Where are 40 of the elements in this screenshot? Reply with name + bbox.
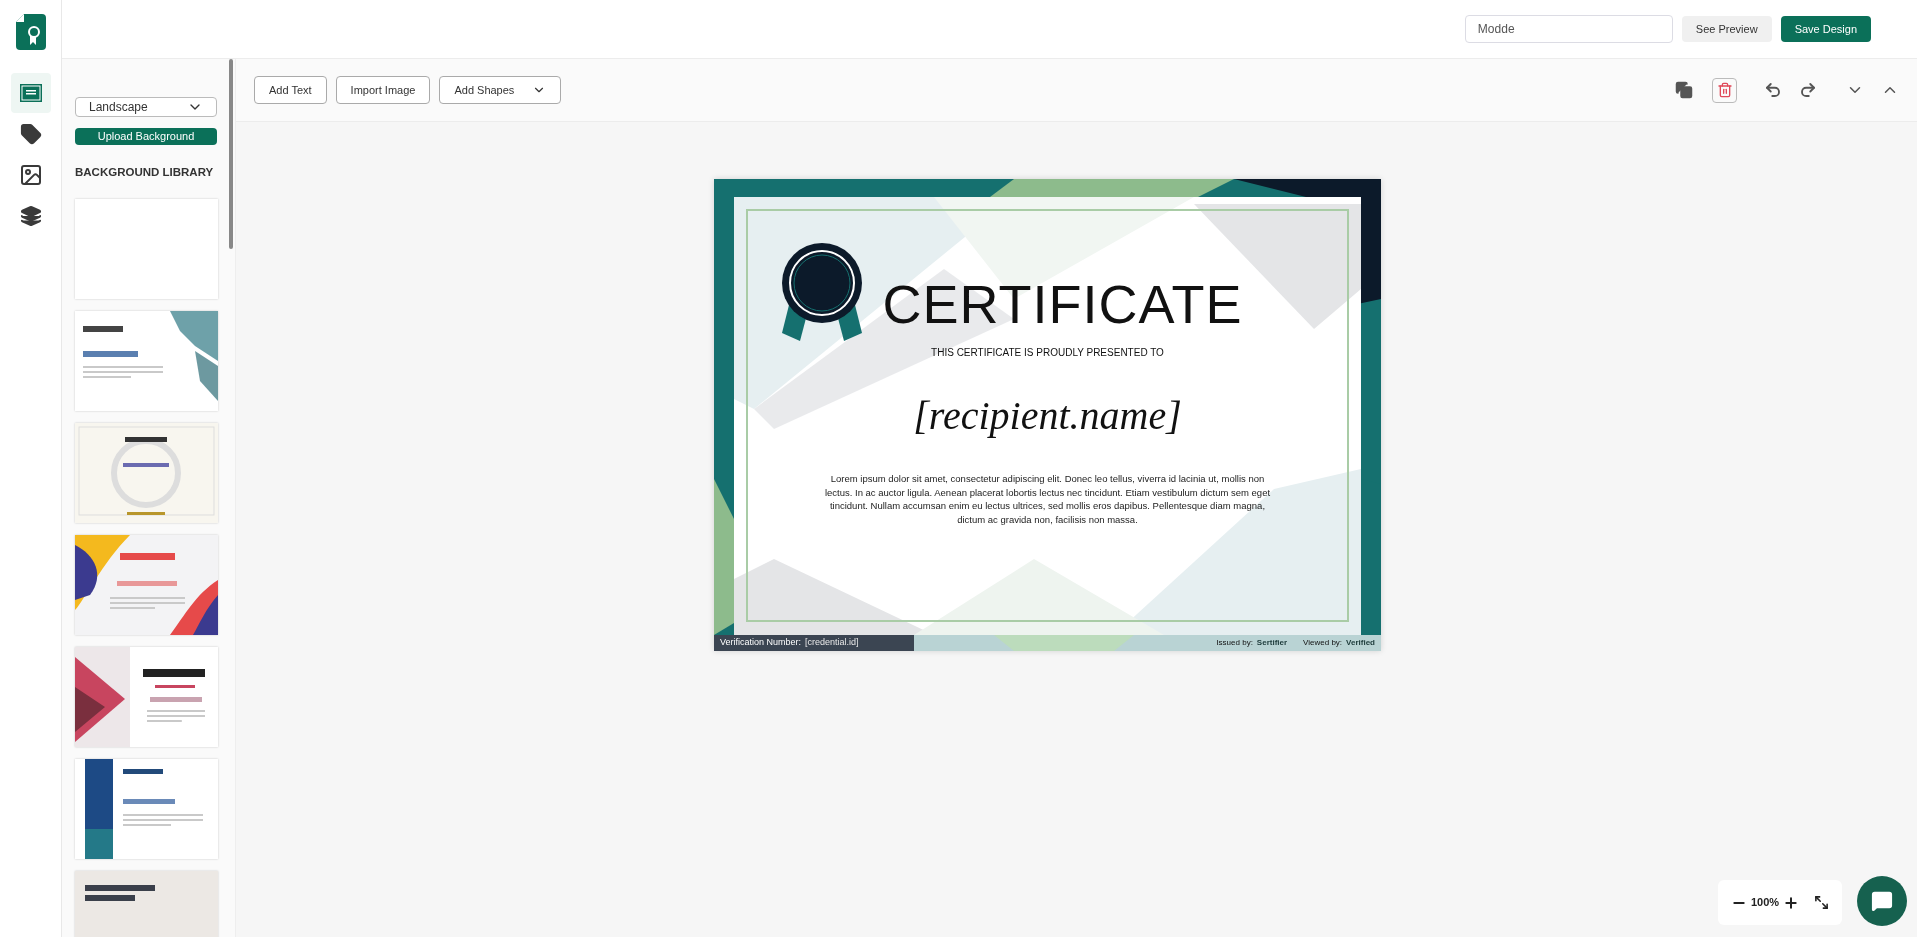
undo-icon[interactable] [1764,81,1782,99]
tag-icon [19,123,42,145]
chat-button[interactable] [1857,876,1907,926]
certificate-thumbnail[interactable] [75,422,218,523]
credential-id: [credential.id] [805,635,859,649]
delete-button[interactable] [1712,77,1737,103]
issued-by-label: Issued by: [1216,636,1253,649]
preview-button[interactable]: See Preview [1681,16,1772,42]
layers-icon [19,205,42,227]
add-shapes-dropdown[interactable]: Add Shapes [439,76,562,104]
zoom-reading: 100% [1751,895,1780,911]
issuer-logo: Sertifier [1256,636,1288,649]
image-icon [18,163,43,187]
verification-label: Verification Number: [720,635,802,649]
certificate-body: Lorem ipsum dolor sit amet, consectetur adipiscing elit. Donec leo tellus, viverra id lacinia ut, mollis non lectus. In ac auctor ligula. Aenean placerat lobortis lectus nec tincidunt. Etiam vestibulum dictum sem eget tincidunt. Nullam accumsan enim eu lectus ultrices, sed mollis eros dapibus. Pellentesque diam magna, dictum ac gravida non, facilisis non massa. [823,472,1272,526]
certificate-title: CERTIFICATE [882,277,1243,331]
viewer-logo: Verified [1346,636,1375,649]
save-button[interactable]: Save Design [1780,16,1871,42]
certificate-subtitle: THIS CERTIFICATE IS PROUDLY PRESENTED TO [931,346,1164,360]
viewed-by-label: Viewed by: [1303,636,1343,649]
trash-icon [1716,82,1733,98]
certificate-thumbnail[interactable] [75,646,218,747]
certificate-thumbnail[interactable] [75,310,218,411]
recipient-name: [recipient.name] [913,392,1182,440]
sidebar-tab[interactable] [10,73,51,113]
redo-icon[interactable] [1799,81,1817,99]
scrollbar-thumb[interactable] [229,59,233,249]
app-logo[interactable] [15,14,46,50]
certificate-thumbnail[interactable] [75,758,218,859]
fullscreen-icon[interactable] [1814,895,1829,910]
chat-icon [1871,890,1893,912]
toolbar-button[interactable]: Add Text [254,76,327,104]
duplicate-icon[interactable] [1675,81,1693,99]
orientation-dropdown[interactable]: Landscape [75,97,217,117]
certificate-thumbnail[interactable] [75,534,218,635]
section-heading: BACKGROUND LIBRARY [75,164,215,180]
design-name-field[interactable]: Modde [1464,15,1673,43]
certificate-icon [18,83,43,103]
toolbar-button[interactable]: Import Image [335,76,431,104]
upload-background-button[interactable]: Upload Background [75,128,217,145]
